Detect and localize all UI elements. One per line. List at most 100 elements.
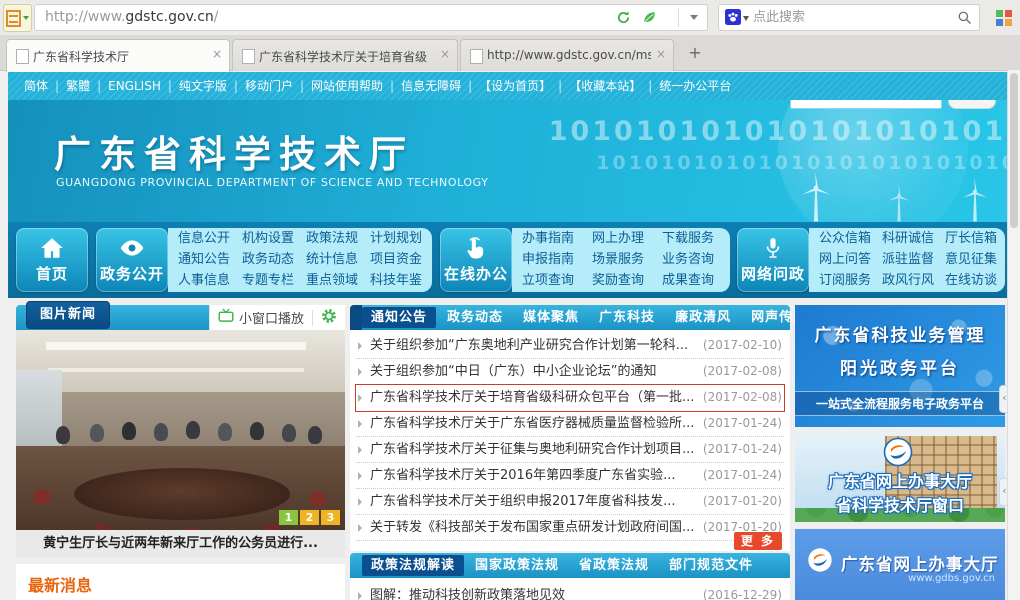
pagination-dot[interactable]: 2 (300, 510, 319, 525)
nav-link[interactable]: 申报指南 (522, 250, 592, 270)
sunshine-platform-banner[interactable]: 广东省科技业务管理 阳光政务平台 一站式全流程服务电子政务平台 (795, 305, 1005, 427)
online-service-hall-banner[interactable]: 广东省网上办事大厅 省科学技术厅窗口 (795, 434, 1005, 522)
photo-news-image[interactable]: 123 (16, 330, 345, 530)
news-item[interactable]: 广东省科学技术厅关于培育省级科研众包平台（第一批... (2017-02-08) (356, 385, 784, 411)
gdbs-portal-banner[interactable]: 广东省网上办事大厅 www.gdbs.gov.cn (795, 529, 1005, 600)
news-tab[interactable]: 通知公告 (362, 307, 436, 328)
nav-link[interactable]: 网上办理 (592, 229, 662, 249)
news-item-title[interactable]: 广东省科学技术厅关于广东省医疗器械质量监督检验所... (370, 411, 694, 436)
address-url[interactable]: http://www.gdstc.gov.cn/ (45, 9, 219, 25)
topbar-link[interactable]: 网站使用帮助 (293, 79, 383, 93)
nav-link[interactable]: 下载服务 (662, 229, 732, 249)
new-tab-button[interactable]: + (682, 43, 708, 65)
news-item[interactable]: 关于转发《科技部关于发布国家重点研发计划政府间国... (2017-01-20) (356, 515, 784, 541)
search-engine-dropdown-icon[interactable] (743, 16, 749, 21)
nav-link[interactable]: 科研诚信 (882, 229, 945, 249)
nav-link[interactable]: 政务动态 (242, 250, 306, 270)
nav-link[interactable]: 立项查询 (522, 271, 592, 291)
news-item-title[interactable]: 广东省科学技术厅关于征集与奥地利研究合作计划项目... (370, 437, 694, 462)
more-button[interactable]: 更 多 (734, 532, 782, 550)
news-item-title[interactable]: 广东省科学技术厅关于培育省级科研众包平台（第一批... (370, 385, 694, 410)
nav-group-gongkai-button[interactable]: 政务公开 (96, 228, 168, 292)
nav-link[interactable]: 项目资金 (370, 250, 434, 270)
topbar-link[interactable]: 简体 (24, 79, 48, 93)
topbar-link[interactable]: 纯文字版 (161, 79, 227, 93)
nav-group-wenzheng-button[interactable]: 网络问政 (737, 228, 809, 292)
no-ads-leaf-icon[interactable] (642, 10, 657, 29)
nav-home-button[interactable]: 首页 (16, 228, 88, 292)
nav-link[interactable]: 科技年鉴 (370, 271, 434, 291)
news-tab[interactable]: 广东科技 (590, 307, 664, 328)
nav-link[interactable]: 在线访谈 (945, 271, 1008, 291)
news-tab[interactable]: 媒体聚焦 (514, 307, 588, 328)
nav-link[interactable]: 计划规划 (370, 229, 434, 249)
news-tab[interactable]: 政务动态 (438, 307, 512, 328)
nav-link[interactable]: 派驻监督 (882, 250, 945, 270)
search-icon[interactable] (957, 10, 972, 29)
nav-link[interactable]: 成果查询 (662, 271, 732, 291)
policy-item-title[interactable]: 图解：推动科技创新政策落地见效 (370, 583, 565, 600)
nav-link[interactable]: 订阅服务 (819, 271, 882, 291)
news-item[interactable]: 关于组织参加“广东奥地利产业研究合作计划第一轮科... (2017-02-10) (356, 333, 784, 359)
nav-link[interactable]: 业务咨询 (662, 250, 732, 270)
policy-tab[interactable]: 省政策法规 (570, 555, 658, 576)
gear-icon[interactable] (321, 308, 337, 328)
nav-link[interactable]: 政风行风 (882, 271, 945, 291)
nav-link[interactable]: 场景服务 (592, 250, 662, 270)
policy-item[interactable]: 图解：推动科技创新政策落地见效 (2016-12-29) (356, 583, 784, 600)
nav-link[interactable]: 专题专栏 (242, 271, 306, 291)
refresh-icon[interactable] (616, 10, 631, 29)
nav-link[interactable]: 统计信息 (306, 250, 370, 270)
nav-link[interactable]: 厅长信箱 (945, 229, 1008, 249)
nav-link[interactable]: 信息公开 (178, 229, 242, 249)
address-dropdown-icon[interactable] (690, 15, 698, 20)
tv-play-icon[interactable] (218, 308, 234, 327)
topbar-link[interactable]: 移动门户 (227, 79, 293, 93)
nav-link[interactable]: 办事指南 (522, 229, 592, 249)
apps-grid-icon[interactable] (996, 10, 1012, 26)
photo-caption[interactable]: 黄宁生厅长与近两年新来厅工作的公务员进行... (16, 530, 345, 558)
browser-search-input[interactable] (751, 6, 945, 29)
scrollbar-thumb[interactable] (1010, 73, 1018, 228)
news-item[interactable]: 关于组织参加“中日（广东）中小企业论坛”的通知 (2017-02-08) (356, 359, 784, 385)
policy-tab[interactable]: 政策法规解读 (362, 555, 464, 576)
news-item[interactable]: 广东省科学技术厅关于征集与奥地利研究合作计划项目... (2017-01-24) (356, 437, 784, 463)
topbar-link[interactable]: 【收藏本站】 (551, 79, 641, 93)
tab-close-icon[interactable]: × (212, 48, 222, 60)
policy-tab[interactable]: 国家政策法规 (466, 555, 568, 576)
news-tab[interactable]: 廉政清风 (666, 307, 740, 328)
news-item-title[interactable]: 广东省科学技术厅关于2016年第四季度广东省实验... (370, 463, 675, 488)
nav-link[interactable]: 人事信息 (178, 271, 242, 291)
address-input[interactable]: http://www.gdstc.gov.cn/ (34, 4, 708, 31)
small-window-play-label[interactable]: 小窗口播放 (239, 308, 304, 327)
topbar-link[interactable]: 【设为首页】 (461, 79, 551, 93)
nav-link[interactable]: 网上问答 (819, 250, 882, 270)
topbar-link[interactable]: ENGLISH (90, 79, 161, 93)
tab-close-icon[interactable]: × (440, 48, 450, 60)
header-search-button[interactable] (948, 100, 996, 109)
nav-link[interactable]: 意见征集 (945, 250, 1008, 270)
header-search-input[interactable] (790, 100, 942, 109)
browser-tab[interactable]: 广东省科学技术厅关于培育省级 × (232, 39, 458, 71)
pagination-dot[interactable]: 1 (279, 510, 298, 525)
nav-link[interactable]: 机构设置 (242, 229, 306, 249)
nav-link[interactable]: 政策法规 (306, 229, 370, 249)
browser-search-box[interactable] (718, 4, 980, 31)
news-item-title[interactable]: 关于转发《科技部关于发布国家重点研发计划政府间国... (370, 515, 694, 540)
news-item-title[interactable]: 关于组织参加“广东奥地利产业研究合作计划第一轮科... (370, 333, 688, 358)
news-item[interactable]: 广东省科学技术厅关于组织申报2017年度省科技发... (2017-01-20) (356, 489, 784, 515)
nav-link[interactable]: 通知公告 (178, 250, 242, 270)
browser-tab[interactable]: http://www.gdstc.gov.cn/msg × (460, 39, 674, 71)
pagination-dot[interactable]: 3 (321, 510, 340, 525)
tab-close-icon[interactable]: × (656, 48, 666, 60)
news-item-title[interactable]: 关于组织参加“中日（广东）中小企业论坛”的通知 (370, 359, 656, 384)
policy-tab[interactable]: 部门规范文件 (660, 555, 762, 576)
topbar-link[interactable]: 信息无障碍 (383, 79, 461, 93)
news-item[interactable]: 广东省科学技术厅关于广东省医疗器械质量监督检验所... (2017-01-24) (356, 411, 784, 437)
nav-link[interactable]: 公众信箱 (819, 229, 882, 249)
compat-mode-button[interactable] (3, 4, 32, 32)
nav-link[interactable]: 重点领域 (306, 271, 370, 291)
nav-link[interactable]: 奖励查询 (592, 271, 662, 291)
browser-tab[interactable]: 广东省科学技术厅 × (6, 39, 230, 72)
topbar-link[interactable]: 繁體 (48, 79, 90, 93)
